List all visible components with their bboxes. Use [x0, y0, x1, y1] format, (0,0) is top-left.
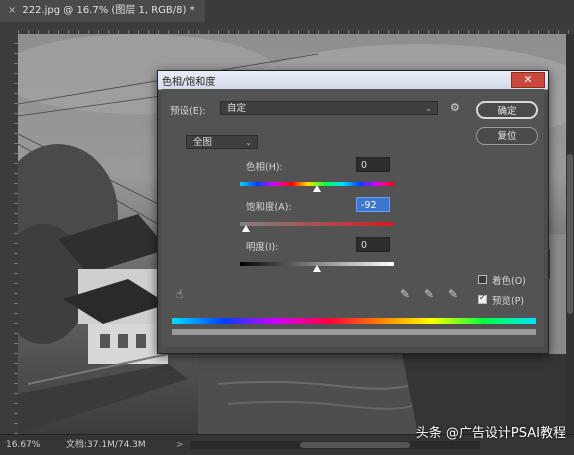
reset-button[interactable]: 复位 — [476, 127, 538, 145]
hue-saturation-dialog: 色相/饱和度 ✕ 预设(E): 自定 ⌄ ⚙ 确定 复位 全图 ⌄ 色相(H):… — [157, 70, 549, 354]
eyedropper-icon[interactable]: ✎ — [400, 287, 410, 301]
document-tab[interactable]: × 222.jpg @ 16.7% (图层 1, RGB/8) * — [0, 0, 205, 22]
document-tab-title: 222.jpg @ 16.7% (图层 1, RGB/8) * — [22, 5, 195, 16]
targeted-adjustment-hand-icon[interactable]: ☝ — [176, 287, 183, 301]
color-spectrum-bottom — [172, 329, 536, 335]
horizontal-scrollbar-thumb[interactable] — [300, 442, 410, 448]
colorize-checkbox[interactable] — [478, 275, 487, 284]
hue-label: 色相(H): — [246, 162, 283, 173]
saturation-label: 饱和度(A): — [246, 202, 292, 213]
eyedropper-plus-icon[interactable]: ✎ — [424, 287, 434, 301]
gear-icon[interactable]: ⚙ — [450, 101, 460, 114]
document-size: 文档:37.1M/74.3M — [66, 440, 146, 450]
eyedropper-minus-icon[interactable]: ✎ — [448, 287, 458, 301]
preview-checkbox[interactable] — [478, 293, 487, 304]
status-menu-arrow[interactable]: > — [176, 435, 184, 455]
close-tab-icon[interactable]: × — [8, 0, 16, 22]
lightness-input[interactable]: 0 — [356, 237, 390, 252]
watermark: 头条 @广告设计PSAI教程 — [415, 426, 566, 441]
preset-dropdown[interactable]: 自定 ⌄ — [220, 101, 438, 115]
colorize-label: 着色(O) — [492, 276, 526, 287]
preset-label: 预设(E): — [170, 106, 206, 117]
vertical-scrollbar-thumb[interactable] — [567, 154, 573, 314]
horizontal-scrollbar[interactable] — [190, 441, 480, 449]
lightness-slider-thumb[interactable] — [313, 265, 321, 272]
channel-value: 全图 — [193, 137, 213, 148]
zoom-level[interactable]: 16.67% — [6, 435, 40, 455]
color-spectrum-top — [172, 318, 536, 324]
dialog-close-button[interactable]: ✕ — [511, 72, 545, 88]
hue-input[interactable]: 0 — [356, 157, 390, 172]
preset-value: 自定 — [227, 103, 247, 114]
hue-slider-thumb[interactable] — [313, 185, 321, 192]
saturation-input[interactable]: -92 — [356, 197, 390, 212]
saturation-slider-track[interactable] — [240, 222, 394, 226]
ok-button[interactable]: 确定 — [476, 101, 538, 119]
saturation-slider-thumb[interactable] — [242, 225, 251, 232]
ruler-vertical — [0, 34, 18, 434]
channel-dropdown[interactable]: 全图 ⌄ — [186, 135, 258, 149]
lightness-label: 明度(I): — [246, 242, 279, 253]
dialog-body: 预设(E): 自定 ⌄ ⚙ 确定 复位 全图 ⌄ 色相(H): 0 饱和度(A)… — [162, 89, 544, 347]
document-tab-bar: × 222.jpg @ 16.7% (图层 1, RGB/8) * — [0, 0, 574, 23]
dialog-title: 色相/饱和度 — [162, 77, 216, 88]
preview-label: 预览(P) — [492, 296, 525, 307]
chevron-down-icon: ⌄ — [245, 138, 252, 147]
chevron-down-icon: ⌄ — [425, 104, 432, 113]
vertical-scrollbar[interactable] — [566, 34, 574, 434]
ruler-corner — [0, 22, 18, 34]
dialog-titlebar[interactable]: 色相/饱和度 ✕ — [158, 71, 548, 90]
ruler-horizontal — [18, 22, 574, 34]
